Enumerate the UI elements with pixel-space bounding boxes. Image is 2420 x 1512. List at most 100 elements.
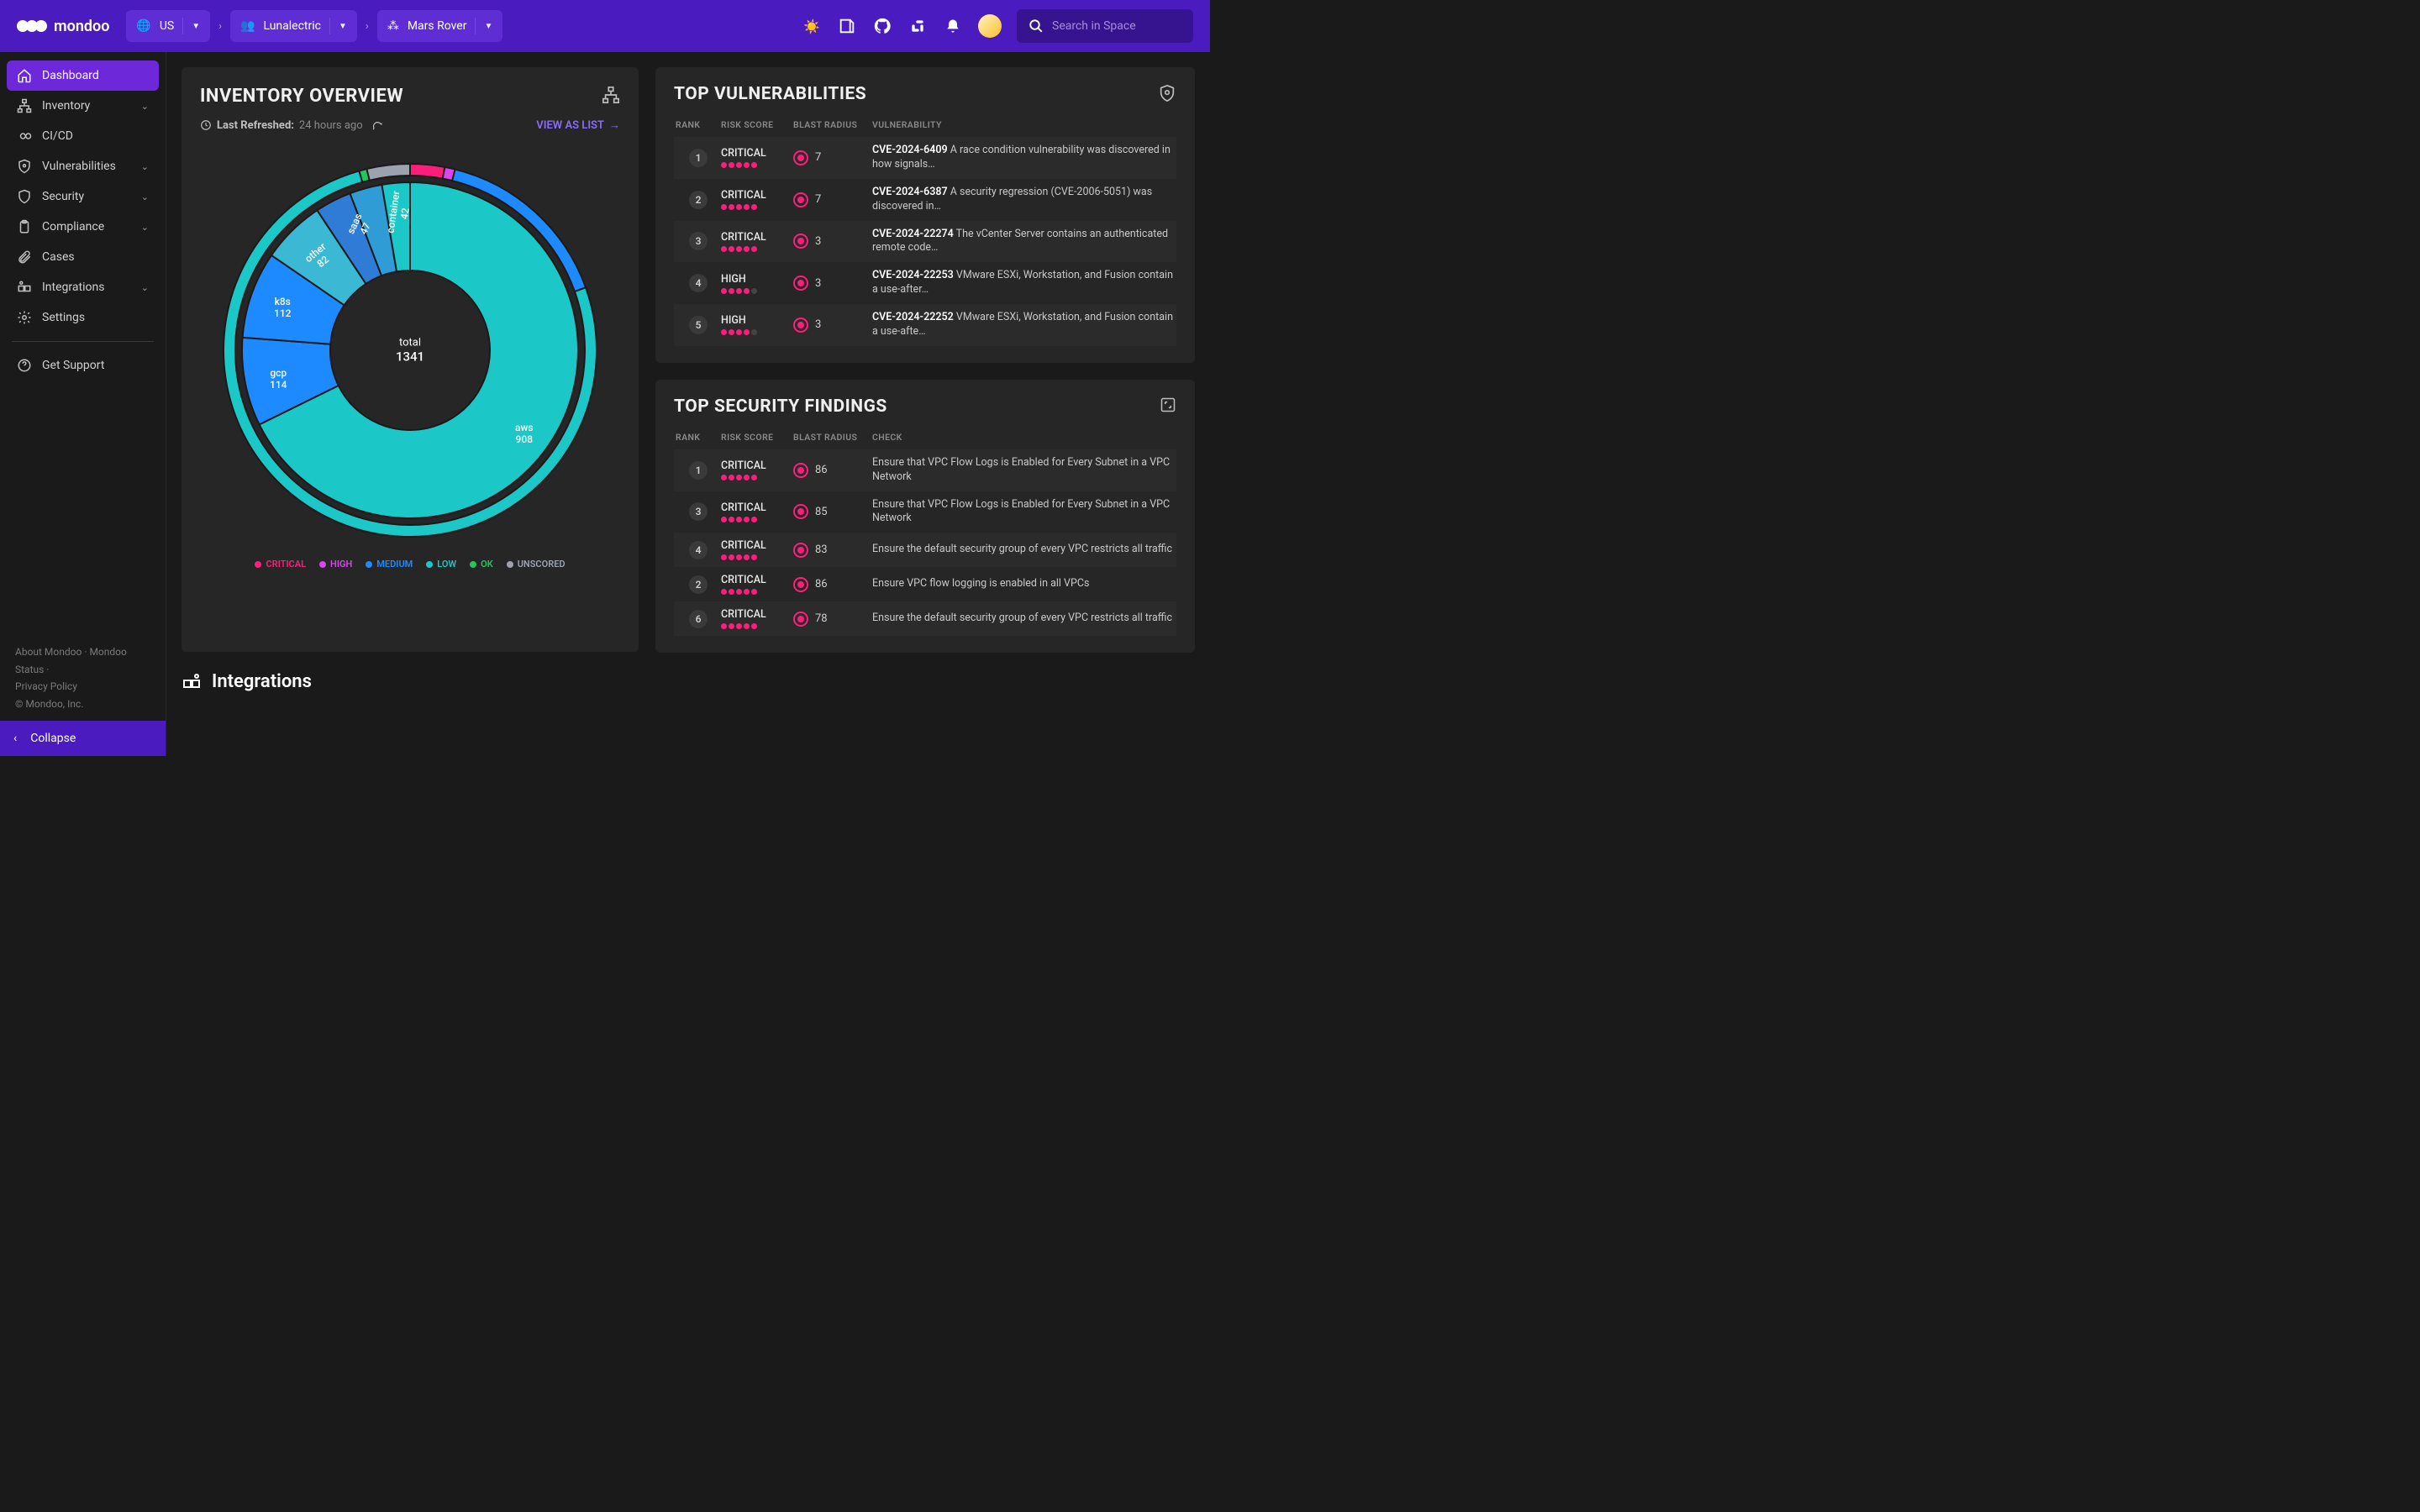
region-label: US [160,19,174,33]
row-description: Ensure the default security group of eve… [872,543,1175,557]
row-description: Ensure that VPC Flow Logs is Enabled for… [872,498,1175,527]
table-row[interactable]: 2 CRITICAL 7 CVE-2024-6387 A security re… [674,179,1176,221]
sidebar-item-label: Settings [42,311,85,324]
sidebar-item-label: Vulnerabilities [42,160,116,173]
blast-icon [793,463,808,478]
legend-item[interactable]: LOW [426,559,456,570]
row-description: Ensure that VPC Flow Logs is Enabled for… [872,456,1175,485]
row-description: Ensure VPC flow logging is enabled in al… [872,577,1175,591]
sidebar-item-compliance[interactable]: Compliance ⌄ [7,212,159,242]
sidebar-item-settings[interactable]: Settings [7,302,159,333]
slack-icon[interactable] [908,16,928,36]
sidebar-item-dashboard[interactable]: Dashboard [7,60,159,91]
risk-score: CRITICAL [721,231,793,252]
table-row[interactable]: 1 CRITICAL 7 CVE-2024-6409 A race condit… [674,137,1176,179]
risk-score: CRITICAL [721,459,793,480]
sidebar-item-cicd[interactable]: CI/CD [7,121,159,151]
paperclip-icon [17,249,32,265]
legend-item[interactable]: OK [470,559,493,570]
col-vuln: VULNERABILITY [872,119,1175,130]
view-as-list-link[interactable]: VIEW AS LIST → [536,118,620,132]
table-row[interactable]: 3 CRITICAL 85 Ensure that VPC Flow Logs … [674,491,1176,533]
table-row[interactable]: 5 HIGH 3 CVE-2024-22252 VMware ESXi, Wor… [674,304,1176,346]
people-icon: 👥 [240,19,255,33]
blast-icon [793,234,808,249]
collapse-label: Collapse [30,732,76,745]
legend-item[interactable]: UNSCORED [507,559,566,570]
blast-icon [793,543,808,558]
sidebar-item-label: Security [42,190,84,203]
sidebar-item-label: Get Support [42,359,104,372]
slice-label-aws: aws908 [515,422,534,446]
footer-privacy[interactable]: Privacy Policy [15,680,77,692]
footer-about[interactable]: About Mondoo [15,646,82,658]
sidebar-item-support[interactable]: Get Support [7,350,159,381]
rank-badge: 3 [676,502,721,521]
sitemap-icon[interactable] [602,86,620,104]
avatar[interactable] [978,14,1002,38]
chevron-down-icon: ⌄ [141,222,149,233]
table-row[interactable]: 3 CRITICAL 3 CVE-2024-22274 The vCenter … [674,221,1176,263]
blast-radius: 7 [793,150,872,165]
chevron-down-icon: ⌄ [141,101,149,112]
sidebar-item-security[interactable]: Security ⌄ [7,181,159,212]
legend-item[interactable]: HIGH [319,559,352,570]
row-description: CVE-2024-22252 VMware ESXi, Workstation,… [872,311,1175,339]
sidebar-item-vulnerabilities[interactable]: Vulnerabilities ⌄ [7,151,159,181]
slice-label-gcp: gcp114 [270,367,287,391]
blast-radius: 85 [793,504,872,519]
table-row[interactable]: 2 CRITICAL 86 Ensure VPC flow logging is… [674,567,1176,601]
github-icon[interactable] [872,16,892,36]
row-description: CVE-2024-22253 VMware ESXi, Workstation,… [872,269,1175,297]
docs-icon[interactable] [837,16,857,36]
bell-icon[interactable] [943,16,963,36]
card-title: INVENTORY OVERVIEW [200,86,620,107]
legend-item[interactable]: CRITICAL [255,559,306,570]
sidebar: Dashboard Inventory ⌄ CI/CD Vulnerabilit… [0,52,166,756]
search-input[interactable]: Search in Space [1017,9,1193,43]
chevron-down-icon: ⌄ [141,161,149,172]
risk-score: HIGH [721,314,793,335]
sidebar-item-label: Cases [42,250,75,264]
home-icon [17,68,32,83]
chevron-down-icon: ▼ [484,22,492,31]
table-row[interactable]: 4 HIGH 3 CVE-2024-22253 VMware ESXi, Wor… [674,262,1176,304]
org-selector[interactable]: 👥 Lunalectric ▼ [230,10,357,42]
top-vulnerabilities-card: TOP VULNERABILITIES RANK RISK SCORE BLAS… [655,67,1195,363]
table-row[interactable]: 1 CRITICAL 86 Ensure that VPC Flow Logs … [674,449,1176,491]
chevron-down-icon: ▼ [192,22,200,31]
region-selector[interactable]: 🌐 US ▼ [126,10,210,42]
clock-icon [200,119,212,131]
row-description: CVE-2024-6409 A race condition vulnerabi… [872,144,1175,172]
sidebar-item-inventory[interactable]: Inventory ⌄ [7,91,159,121]
globe-icon: 🌐 [136,19,150,33]
rank-badge: 4 [676,541,721,559]
space-selector[interactable]: ⁂ Mars Rover ▼ [377,10,503,42]
sidebar-item-label: Integrations [42,281,104,294]
blast-icon [793,577,808,592]
main-content: INVENTORY OVERVIEW Last Refreshed: 24 ho… [166,52,1210,756]
sidebar-item-integrations[interactable]: Integrations ⌄ [7,272,159,302]
view-as-list-label: VIEW AS LIST [536,119,604,132]
sidebar-item-cases[interactable]: Cases [7,242,159,272]
clipboard-icon [17,219,32,234]
inventory-donut-chart[interactable]: total 1341 aws908 gcp114 k8s112 other82 [217,157,603,543]
blast-radius: 3 [793,234,872,249]
brand-logo[interactable]: mondoo [17,18,109,35]
theme-icon[interactable]: ☀️ [802,16,822,36]
table-row[interactable]: 4 CRITICAL 83 Ensure the default securit… [674,533,1176,567]
refresh-icon[interactable] [371,119,383,131]
shield-bug-icon[interactable] [1158,84,1176,102]
collapse-button[interactable]: ‹ Collapse [0,721,166,756]
sitemap-icon: ⁂ [387,19,399,33]
donut-total-value: 1341 [396,349,424,365]
blast-radius: 3 [793,318,872,333]
infinity-icon [17,129,32,144]
expand-icon[interactable] [1160,396,1176,413]
rank-badge: 2 [676,575,721,594]
blast-icon [793,318,808,333]
breadcrumb-sep: › [366,20,369,33]
table-row[interactable]: 6 CRITICAL 78 Ensure the default securit… [674,601,1176,636]
legend-item[interactable]: MEDIUM [366,559,413,570]
help-icon [17,358,32,373]
